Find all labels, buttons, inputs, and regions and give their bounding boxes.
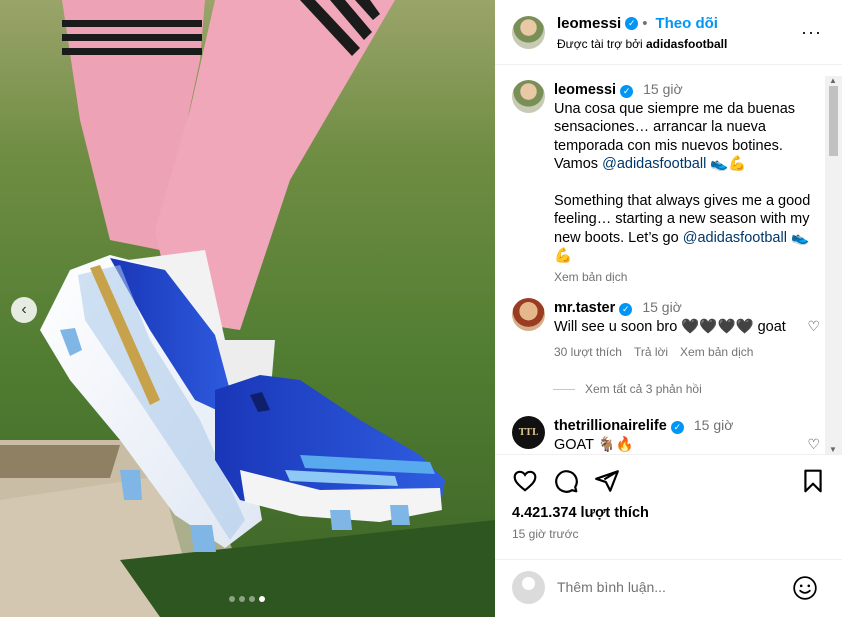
verified-icon: ✓ (670, 421, 684, 434)
post-header: leomessi ✓ • Theo dõi Được tài trợ bởi a… (495, 0, 842, 65)
follow-button[interactable]: Theo dõi (655, 15, 718, 32)
comment-heart-icon[interactable]: ♡ (807, 436, 820, 453)
comments-section: leomessi ✓ 15 giờ Una cosa que siempre m… (495, 66, 842, 454)
replies-line (553, 388, 575, 390)
author-username[interactable]: leomessi (557, 15, 621, 32)
current-user-avatar (512, 571, 545, 604)
sponsored-label: Được tài trợ bởi adidasfootball (557, 37, 727, 51)
caption-text-es: Una cosa que siempre me da buenas sensac… (554, 100, 812, 174)
caption-mention[interactable]: @adidasfootball (602, 156, 706, 172)
caption-text-en: Something that always gives me a good fe… (554, 192, 812, 266)
comment-text: Will see u soon bro 🖤🖤🖤🖤 goat (554, 319, 786, 335)
carousel-dot (239, 596, 245, 602)
commenter-avatar[interactable]: TTL (512, 416, 545, 449)
add-comment-bar (495, 559, 842, 617)
separator: • (642, 15, 648, 32)
comment-time: 15 giờ (642, 299, 682, 315)
view-replies-button[interactable]: Xem tất cả 3 phản hồi (553, 382, 702, 396)
author-avatar[interactable] (512, 16, 545, 49)
verified-icon: ✓ (619, 303, 633, 316)
verified-icon: ✓ (620, 85, 634, 98)
carousel-dot (229, 596, 235, 602)
comment-heart-icon[interactable]: ♡ (807, 318, 820, 335)
boots-photo (0, 0, 495, 617)
caption-username[interactable]: leomessi (554, 82, 616, 98)
comment-translate-link[interactable]: Xem bản dịch (680, 343, 753, 362)
carousel-prev-button[interactable]: ‹ (11, 297, 37, 323)
comment-item: mr.taster ✓ 15 giờ Will see u soon bro 🖤… (512, 298, 820, 362)
comment-icon[interactable] (553, 468, 579, 494)
caption-emoji: 👟💪 (710, 156, 747, 172)
caption-avatar[interactable] (512, 80, 545, 113)
comment-likes[interactable]: 30 lượt thích (554, 343, 622, 362)
heart-icon[interactable] (512, 468, 538, 494)
caption-mention[interactable]: @adidasfootball (683, 230, 787, 246)
commenter-avatar[interactable] (512, 298, 545, 331)
share-icon[interactable] (594, 468, 620, 494)
comments-scrollbar[interactable]: ▲ ▼ (825, 76, 842, 454)
comment-time: 15 giờ (693, 417, 734, 433)
sponsor-brand-link[interactable]: adidasfootball (646, 37, 727, 51)
more-options-button[interactable]: ··· (801, 22, 822, 43)
scroll-up-icon[interactable]: ▲ (829, 76, 837, 85)
sponsored-prefix: Được tài trợ bởi (557, 37, 643, 51)
carousel-dot (249, 596, 255, 602)
view-replies-label: Xem tất cả 3 phản hồi (585, 382, 702, 396)
caption-translate-link[interactable]: Xem bản dịch (554, 268, 812, 287)
scrollbar-thumb[interactable] (829, 86, 838, 156)
author-row: leomessi ✓ • Theo dõi (557, 15, 718, 32)
carousel-dots (229, 596, 265, 602)
verified-icon: ✓ (625, 17, 639, 30)
caption: leomessi ✓ 15 giờ Una cosa que siempre m… (512, 80, 812, 286)
scroll-down-icon[interactable]: ▼ (829, 445, 837, 454)
comment-meta: 30 lượt thích Trả lời Xem bản dịch (554, 343, 812, 362)
comment-reply-button[interactable]: Trả lời (634, 343, 668, 362)
caption-header: leomessi ✓ 15 giờ (554, 80, 812, 100)
chevron-left-icon: ‹ (21, 301, 27, 318)
post-timestamp: 15 giờ trước (512, 527, 579, 541)
carousel-dot-active (259, 596, 265, 602)
comment-text: GOAT 🐐🔥 (554, 437, 634, 453)
action-bar (495, 454, 842, 506)
comment-input[interactable] (557, 576, 787, 598)
post-sidebar: leomessi ✓ • Theo dõi Được tài trợ bởi a… (495, 0, 842, 617)
likes-count[interactable]: 4.421.374 lượt thích (512, 505, 649, 521)
emoji-icon[interactable] (792, 575, 818, 601)
caption-time: 15 giờ (643, 81, 683, 97)
post-image[interactable]: ‹ (0, 0, 495, 617)
comment-username[interactable]: thetrillionairelife (554, 418, 667, 434)
bookmark-icon[interactable] (800, 468, 826, 494)
comment-item: TTL thetrillionairelife ✓ 15 giờ GOAT 🐐🔥… (512, 416, 820, 454)
comment-username[interactable]: mr.taster (554, 300, 615, 316)
